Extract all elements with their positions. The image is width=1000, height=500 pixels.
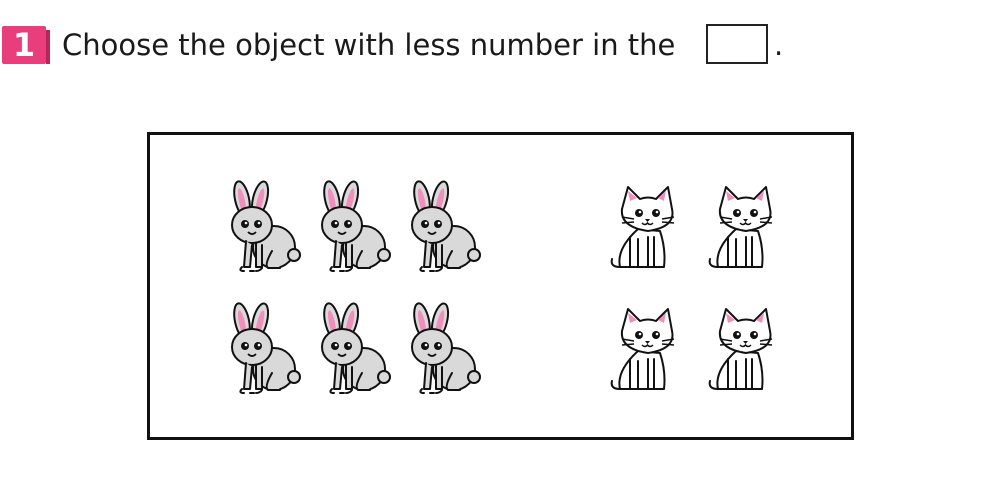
rabbit-drawing xyxy=(321,302,391,394)
cat-drawing xyxy=(610,186,675,268)
answer-box[interactable] xyxy=(706,24,768,64)
rabbit-drawing xyxy=(231,180,301,272)
rabbit-icon[interactable] xyxy=(224,301,304,396)
cat-drawing xyxy=(708,308,773,390)
rabbit-icon[interactable] xyxy=(314,301,394,396)
cat-icon[interactable] xyxy=(608,179,688,274)
rabbit-drawing xyxy=(321,180,391,272)
question-period: . xyxy=(774,28,784,62)
rabbit-drawing xyxy=(411,302,481,394)
question-number-badge: 1 xyxy=(2,26,50,64)
rabbit-icon[interactable] xyxy=(314,179,394,274)
cat-drawing xyxy=(708,186,773,268)
question-number: 1 xyxy=(12,26,36,64)
rabbit-icon[interactable] xyxy=(404,301,484,396)
picture-frame xyxy=(147,132,854,440)
rabbit-icon[interactable] xyxy=(404,179,484,274)
question-text: Choose the object with less number in th… xyxy=(62,28,676,62)
rabbit-drawing xyxy=(411,180,481,272)
cat-drawing xyxy=(610,308,675,390)
rabbit-drawing xyxy=(231,302,301,394)
cat-icon[interactable] xyxy=(706,301,786,396)
cat-icon[interactable] xyxy=(706,179,786,274)
cat-icon[interactable] xyxy=(608,301,688,396)
rabbit-icon[interactable] xyxy=(224,179,304,274)
